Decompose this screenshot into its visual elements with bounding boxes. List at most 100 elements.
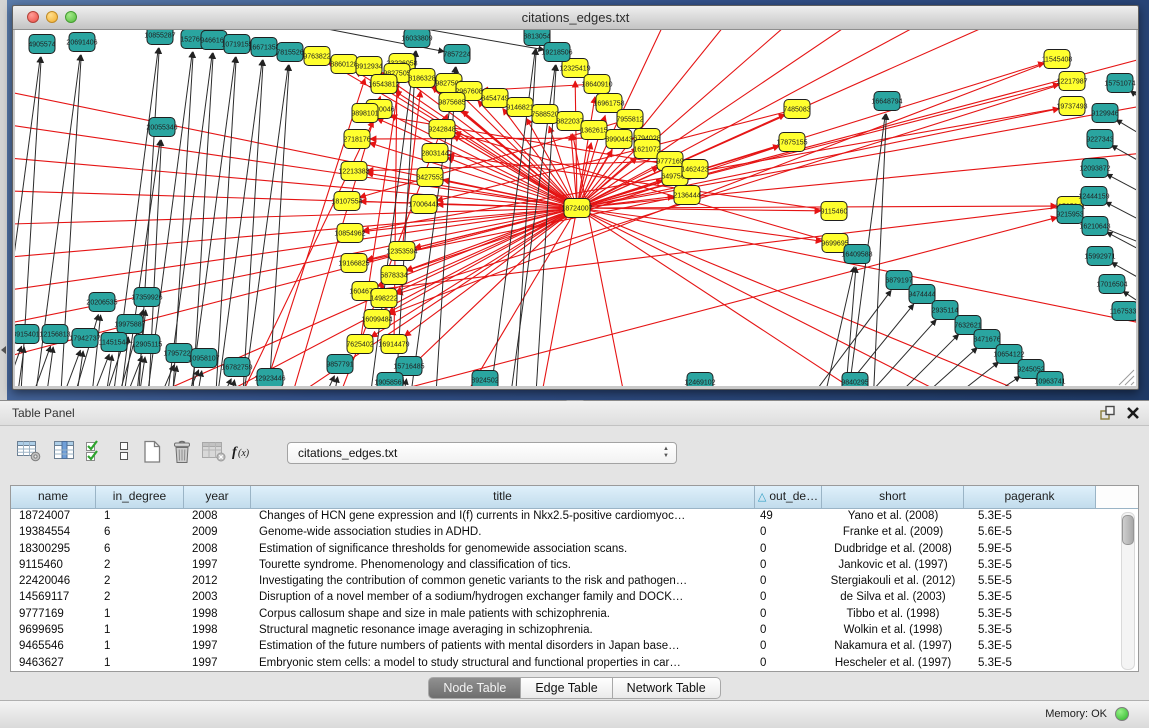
column-select-button[interactable]: [84, 439, 112, 465]
graph-node[interactable]: 8471676: [973, 330, 1000, 349]
graph-node[interactable]: 16671358: [248, 38, 279, 57]
graph-node[interactable]: 19737493: [1056, 97, 1087, 116]
graph-node[interactable]: 9115460: [821, 202, 848, 221]
graph-node[interactable]: 12923446: [254, 369, 285, 387]
graph-node[interactable]: 17875155: [776, 133, 807, 152]
graph-node[interactable]: 19058561: [374, 373, 405, 387]
graph-node[interactable]: 19218506: [541, 43, 572, 62]
table-mode-button[interactable]: [16, 439, 44, 465]
column-header-title[interactable]: title: [251, 486, 755, 508]
graph-node[interactable]: 10855287: [144, 30, 175, 45]
graph-node[interactable]: 12213383: [338, 162, 369, 181]
graph-node[interactable]: 16543812: [368, 75, 399, 94]
graph-node[interactable]: 16210643: [1079, 217, 1110, 236]
function-builder-button[interactable]: f (x): [230, 439, 258, 465]
graph-node[interactable]: 7955812: [616, 110, 643, 129]
graph-node[interactable]: 9875685: [438, 93, 465, 112]
table-row[interactable]: 911546021997Tourette syndrome. Phenomeno…: [11, 557, 1138, 573]
graph-node[interactable]: 1462423: [681, 160, 708, 179]
table-scrollbar[interactable]: [1121, 512, 1135, 670]
graph-node[interactable]: 2935114: [932, 301, 959, 320]
graph-node[interactable]: 9898101: [351, 104, 378, 123]
network-window-titlebar[interactable]: citations_edges.txt: [13, 6, 1138, 30]
graph-node[interactable]: 12093872: [1079, 159, 1110, 178]
graph-node[interactable]: 9215953: [1056, 205, 1083, 224]
graph-node[interactable]: 17359926: [131, 288, 162, 307]
graph-node[interactable]: 16409588: [841, 245, 872, 264]
graph-node[interactable]: 8427552: [416, 168, 443, 187]
minimize-window-button[interactable]: [46, 11, 58, 23]
graph-node[interactable]: 12217987: [1056, 72, 1087, 91]
graph-node[interactable]: 2136444: [673, 186, 700, 205]
delete-table-button[interactable]: [200, 439, 228, 465]
graph-node[interactable]: 11675339: [1110, 302, 1136, 321]
column-header-in_degree[interactable]: in_degree: [96, 486, 184, 508]
graph-node[interactable]: 3915401: [15, 325, 40, 344]
new-column-button[interactable]: [140, 439, 168, 465]
graph-node[interactable]: 10854962: [334, 224, 365, 243]
graph-node[interactable]: 6879197: [885, 271, 912, 290]
graph-node[interactable]: 12353594: [386, 242, 417, 261]
graph-node[interactable]: 9227343: [1086, 130, 1113, 149]
float-panel-button[interactable]: [1099, 405, 1117, 421]
graph-node[interactable]: 18640910: [581, 75, 612, 94]
graph-node[interactable]: 15751074: [1104, 74, 1135, 93]
graph-node[interactable]: 18107554: [331, 192, 362, 211]
graph-node[interactable]: 8990443: [605, 130, 632, 149]
graph-node[interactable]: 10958107: [188, 349, 219, 368]
graph-node[interactable]: 11451544: [99, 333, 130, 352]
citation-network-graph[interactable]: 1872400797638228860128891293423226058982…: [15, 30, 1136, 386]
graph-node[interactable]: 1362615: [580, 121, 607, 140]
table-selector-combobox[interactable]: citations_edges.txt ▲▼: [287, 442, 677, 464]
table-row[interactable]: 2242004622012Investigating the contribut…: [11, 573, 1138, 589]
graph-node[interactable]: 9474444: [908, 285, 935, 304]
graph-node[interactable]: 7588520: [531, 105, 558, 124]
graph-node[interactable]: 7815526: [276, 43, 303, 62]
graph-node[interactable]: 7857224: [443, 45, 470, 64]
table-row[interactable]: 1872400712008Changes of HCN gene express…: [11, 508, 1138, 524]
graph-node[interactable]: 5878334: [380, 266, 407, 285]
graph-node[interactable]: 12469102: [684, 373, 715, 387]
close-panel-button[interactable]: [1125, 404, 1141, 421]
graph-node[interactable]: 9242848: [428, 120, 455, 139]
graph-node[interactable]: 15992971: [1084, 247, 1115, 266]
graph-node[interactable]: 8454749: [481, 89, 508, 108]
tab-node-table[interactable]: Node Table: [428, 677, 521, 699]
table-row[interactable]: 977716911998Corpus callosum shape and si…: [11, 606, 1138, 622]
collapsed-splitter-icon[interactable]: [1, 346, 6, 354]
graph-node[interactable]: 20206535: [86, 293, 117, 312]
graph-node[interactable]: 4905574: [28, 35, 55, 54]
graph-node[interactable]: 8860128: [330, 55, 357, 74]
column-header-year[interactable]: year: [184, 486, 251, 508]
graph-node[interactable]: 8186328: [408, 69, 435, 88]
column-header-out_de[interactable]: △out_de…: [755, 486, 822, 508]
table-row[interactable]: 1830029562008Estimation of significance …: [11, 541, 1138, 557]
memory-status-indicator[interactable]: [1115, 707, 1129, 721]
network-canvas[interactable]: 1872400797638228860128891293423226058982…: [15, 30, 1136, 386]
graph-node[interactable]: 12156813: [39, 325, 70, 344]
graph-node[interactable]: 16648794: [871, 92, 902, 111]
table-row[interactable]: 946554611997Estimation of the future num…: [11, 638, 1138, 654]
graph-node[interactable]: 16033809: [401, 30, 432, 48]
graph-node[interactable]: 12905115: [132, 335, 163, 354]
graph-node[interactable]: 9763822: [303, 47, 330, 66]
window-resize-grip[interactable]: [1119, 370, 1134, 385]
table-row[interactable]: 1456911722003Disruption of a novel membe…: [11, 589, 1138, 605]
graph-node[interactable]: 18724007: [561, 199, 592, 218]
graph-node[interactable]: 17942737: [69, 329, 100, 348]
table-row[interactable]: 946362711997Embryonic stem cells: a mode…: [11, 655, 1138, 671]
close-window-button[interactable]: [27, 11, 39, 23]
graph-node[interactable]: 16099484: [361, 310, 392, 329]
table-row[interactable]: 1938455462009Genome-wide association stu…: [11, 524, 1138, 540]
table-row[interactable]: 969969511998Structural magnetic resonanc…: [11, 622, 1138, 638]
delete-column-button[interactable]: [170, 439, 198, 465]
graph-node[interactable]: 8924502: [471, 371, 498, 387]
graph-node[interactable]: 9857791: [326, 355, 353, 374]
column-header-short[interactable]: short: [822, 486, 964, 508]
column-visibility-button[interactable]: [52, 439, 80, 465]
column-header-name[interactable]: name: [11, 486, 96, 508]
graph-node[interactable]: 12444159: [1078, 187, 1109, 206]
graph-node[interactable]: 17016504: [1096, 275, 1127, 294]
graph-node[interactable]: 9840295: [841, 373, 868, 387]
graph-node[interactable]: 2718176: [343, 130, 370, 149]
